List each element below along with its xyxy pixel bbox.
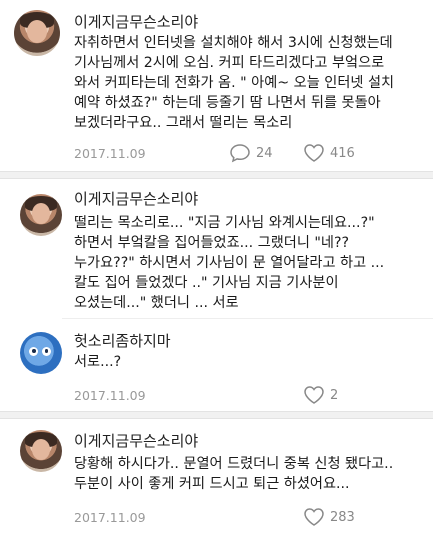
- post-text: 자취하면서 인터넷을 설치해야 해서 3시에 신청했는데 기사님께서 2시에 오…: [74, 35, 395, 131]
- like-button[interactable]: 2: [303, 385, 338, 405]
- username[interactable]: 이게지금무슨소리야: [74, 188, 198, 209]
- like-count: 416: [330, 145, 355, 161]
- post-3: 헛소리좀하지마 서로...? 2017.11.09 2: [0, 322, 433, 406]
- like-button[interactable]: 416: [303, 143, 355, 163]
- post-text: 서로...?: [74, 354, 122, 370]
- username[interactable]: 헛소리좀하지마: [74, 330, 171, 351]
- avatar[interactable]: [20, 332, 62, 374]
- avatar[interactable]: [20, 430, 62, 472]
- comment-button[interactable]: 24: [229, 143, 273, 163]
- post-2: 이게지금무슨소리야 떨리는 목소리로... "지금 기사님 와계시는데요...?…: [0, 180, 433, 320]
- like-count: 283: [330, 509, 355, 525]
- heart-icon: [304, 508, 324, 526]
- post-text: 떨리는 목소리로... "지금 기사님 와계시는데요...?" 하면서 부엌칼을…: [74, 215, 385, 311]
- like-button[interactable]: 283: [303, 507, 355, 527]
- divider: [0, 171, 433, 179]
- post-date: 2017.11.09: [74, 510, 146, 525]
- post-1: 이게지금무슨소리야 자취하면서 인터넷을 설치해야 해서 3시에 신청했는데 기…: [0, 0, 433, 170]
- post-date: 2017.11.09: [74, 146, 146, 161]
- divider: [0, 411, 433, 419]
- like-count: 2: [330, 387, 339, 403]
- username[interactable]: 이게지금무슨소리야: [74, 11, 198, 32]
- heart-icon: [304, 386, 324, 404]
- avatar[interactable]: [20, 194, 62, 236]
- comment-count: 24: [256, 145, 273, 161]
- post-date: 2017.11.09: [74, 388, 146, 403]
- avatar[interactable]: [14, 10, 60, 56]
- post-4: 이게지금무슨소리야 당황해 하시다가.. 문열어 드렸더니 중복 신청 됐다고.…: [0, 420, 433, 533]
- comment-bubble-icon: [230, 144, 250, 163]
- divider: [62, 318, 433, 319]
- post-text: 당황해 하시다가.. 문열어 드렸더니 중복 신청 됐다고.. 두분이 사이 좋…: [74, 456, 394, 492]
- username[interactable]: 이게지금무슨소리야: [74, 430, 198, 451]
- heart-icon: [304, 144, 324, 162]
